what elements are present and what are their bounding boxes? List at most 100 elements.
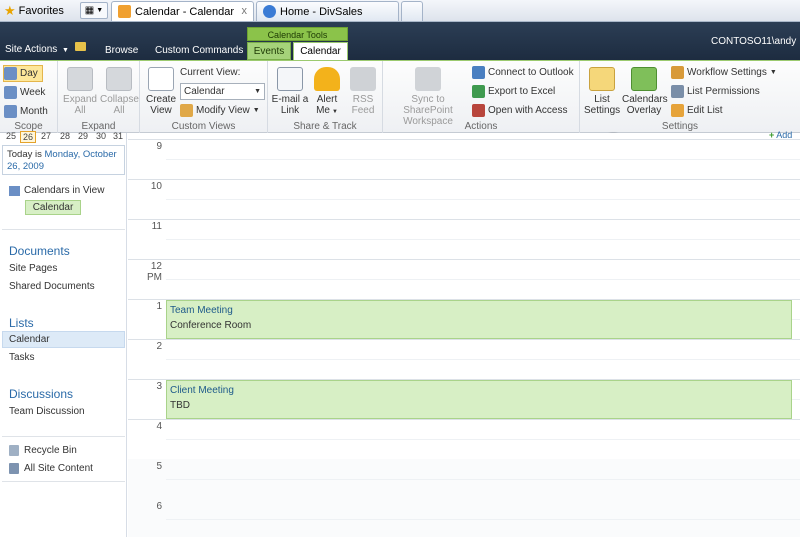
tab-events[interactable]: Events [247, 42, 291, 60]
navigate-up-icon[interactable] [75, 42, 86, 54]
browser-tab-calendar[interactable]: Calendar - Calendar x [111, 1, 254, 21]
calendar-tools-context-label: Calendar Tools [247, 27, 348, 41]
site-actions-menu[interactable]: Site Actions ▼ [5, 44, 69, 55]
hour-row-2[interactable]: 2 [128, 339, 800, 379]
tab-browse[interactable]: Browse [105, 45, 138, 56]
list-settings-label-line1: List [594, 94, 610, 105]
all-site-content-link[interactable]: All Site Content [9, 463, 93, 474]
browser-tab-home[interactable]: Home - DivSales [256, 1, 399, 21]
connect-outlook-label: Connect to Outlook [488, 67, 574, 78]
all-site-content-icon [9, 463, 19, 474]
alert-me-label-line2: Me ▼ [316, 105, 338, 116]
hour-row-4[interactable]: 4 [128, 419, 800, 459]
event-title[interactable]: Client Meeting [170, 383, 788, 398]
mini-day-selected[interactable]: 26 [20, 131, 37, 143]
user-menu[interactable]: CONTOSO11\andy [711, 36, 796, 47]
envelope-icon [277, 67, 303, 91]
list-settings-button[interactable]: List Settings [584, 67, 620, 116]
email-link-button[interactable]: E-mail a Link [271, 67, 309, 116]
settings-group-label: Settings [661, 121, 699, 132]
mini-day[interactable]: 31 [113, 131, 123, 141]
calendars-overlay-button[interactable]: Calendars Overlay [622, 67, 668, 116]
edit-list-button[interactable]: Edit List [671, 102, 723, 119]
open-access-button[interactable]: Open with Access [472, 102, 567, 119]
hour-row-6[interactable]: 6 [128, 499, 800, 537]
hour-label: 1 [156, 301, 162, 312]
list-permissions-label: List Permissions [687, 86, 760, 97]
mini-day[interactable]: 27 [41, 131, 51, 141]
half-hour-divider [166, 159, 800, 160]
calendar-event[interactable]: Team Meeting Conference Room [166, 300, 792, 339]
event-title[interactable]: Team Meeting [170, 303, 788, 318]
list-permissions-button[interactable]: List Permissions [671, 83, 760, 100]
site-actions-label: Site Actions [5, 44, 58, 55]
edit-list-label: Edit List [687, 105, 723, 116]
calendars-overlay-label-line2: Overlay [626, 105, 662, 116]
hour-row-9[interactable]: 9 [128, 139, 800, 179]
recycle-bin-link[interactable]: Recycle Bin [9, 445, 77, 456]
hour-label: 5 [156, 461, 162, 472]
hour-label: 2 [156, 341, 162, 352]
favorites-button[interactable]: ★ Favorites [4, 2, 64, 19]
hour-label: 4 [156, 421, 162, 432]
week-button[interactable]: Week [4, 84, 45, 101]
new-tab-button[interactable] [401, 1, 423, 21]
ie-favicon [263, 5, 276, 18]
rss-feed-button[interactable]: RSS Feed [346, 67, 380, 116]
nav-item-calendar[interactable]: Calendar [9, 334, 50, 345]
actions-group: Sync to SharePoint Workspace Connect to … [383, 61, 580, 133]
expand-all-button[interactable]: Expand All [62, 67, 98, 116]
nav-item-tasks[interactable]: Tasks [9, 352, 35, 363]
nav-heading-discussions[interactable]: Discussions [9, 387, 73, 401]
close-icon[interactable]: x [242, 5, 248, 17]
hour-row-10[interactable]: 10 [128, 179, 800, 219]
nav-heading-documents[interactable]: Documents [9, 244, 70, 258]
mini-day[interactable]: 29 [78, 131, 88, 141]
connect-outlook-button[interactable]: Connect to Outlook [472, 64, 574, 81]
grid-icon: ▦ [84, 5, 95, 16]
quick-tabs-button[interactable]: ▦ ▼ [80, 2, 108, 19]
mini-day[interactable]: 25 [6, 131, 16, 141]
hour-row-12pm[interactable]: 12 PM [128, 259, 800, 299]
sync-workspace-button[interactable]: Sync to SharePoint Workspace [386, 67, 470, 127]
rss-feed-label-line2: Feed [351, 105, 375, 116]
hour-label: 3 [156, 381, 162, 392]
bell-icon [314, 67, 340, 91]
chevron-down-icon: ▼ [252, 107, 260, 114]
divider [2, 229, 125, 230]
nav-item-site-pages[interactable]: Site Pages [9, 263, 57, 274]
alert-me-button[interactable]: Alert Me ▼ [310, 67, 344, 118]
nav-item-team-discussion[interactable]: Team Discussion [9, 406, 85, 417]
half-hour-divider [166, 479, 800, 480]
create-view-label-line2: View [150, 105, 172, 116]
calendar-event[interactable]: Client Meeting TBD [166, 380, 792, 419]
export-excel-button[interactable]: Export to Excel [472, 83, 555, 100]
sharepoint-workspace-icon [415, 67, 441, 91]
sync-label-line1: Sync to SharePoint [403, 94, 453, 116]
day-button[interactable]: Day [3, 65, 43, 82]
nav-item-shared-documents[interactable]: Shared Documents [9, 281, 95, 292]
workflow-settings-button[interactable]: Workflow Settings ▼ [671, 64, 777, 81]
mini-day[interactable]: 30 [96, 131, 106, 141]
collapse-all-button[interactable]: Collapse All [100, 67, 139, 116]
modify-view-button[interactable]: Modify View ▼ [180, 102, 260, 119]
month-button[interactable]: Month [4, 103, 48, 120]
nav-heading-lists[interactable]: Lists [9, 316, 34, 330]
calendars-in-view-link[interactable]: Calendars in View [9, 185, 104, 196]
tab-calendar[interactable]: Calendar [293, 42, 348, 60]
current-view-select[interactable]: Calendar ▼ [180, 83, 265, 100]
hour-row-11[interactable]: 11 [128, 219, 800, 259]
event-location: TBD [170, 400, 190, 411]
settings-group: List Settings Calendars Overlay Workflow… [580, 61, 780, 133]
hour-row-5[interactable]: 5 [128, 459, 800, 499]
mini-day[interactable]: 28 [60, 131, 70, 141]
chevron-down-icon: ▼ [331, 109, 338, 115]
tab-label: Calendar - Calendar [135, 5, 235, 18]
half-hour-divider [166, 519, 800, 520]
tab-custom-commands[interactable]: Custom Commands [155, 45, 243, 56]
create-view-button[interactable]: Create View [144, 67, 178, 116]
half-hour-divider [166, 239, 800, 240]
calendar-overlay-tag[interactable]: Calendar [25, 200, 81, 215]
collapse-all-icon [106, 67, 132, 91]
sharepoint-favicon [118, 5, 131, 18]
